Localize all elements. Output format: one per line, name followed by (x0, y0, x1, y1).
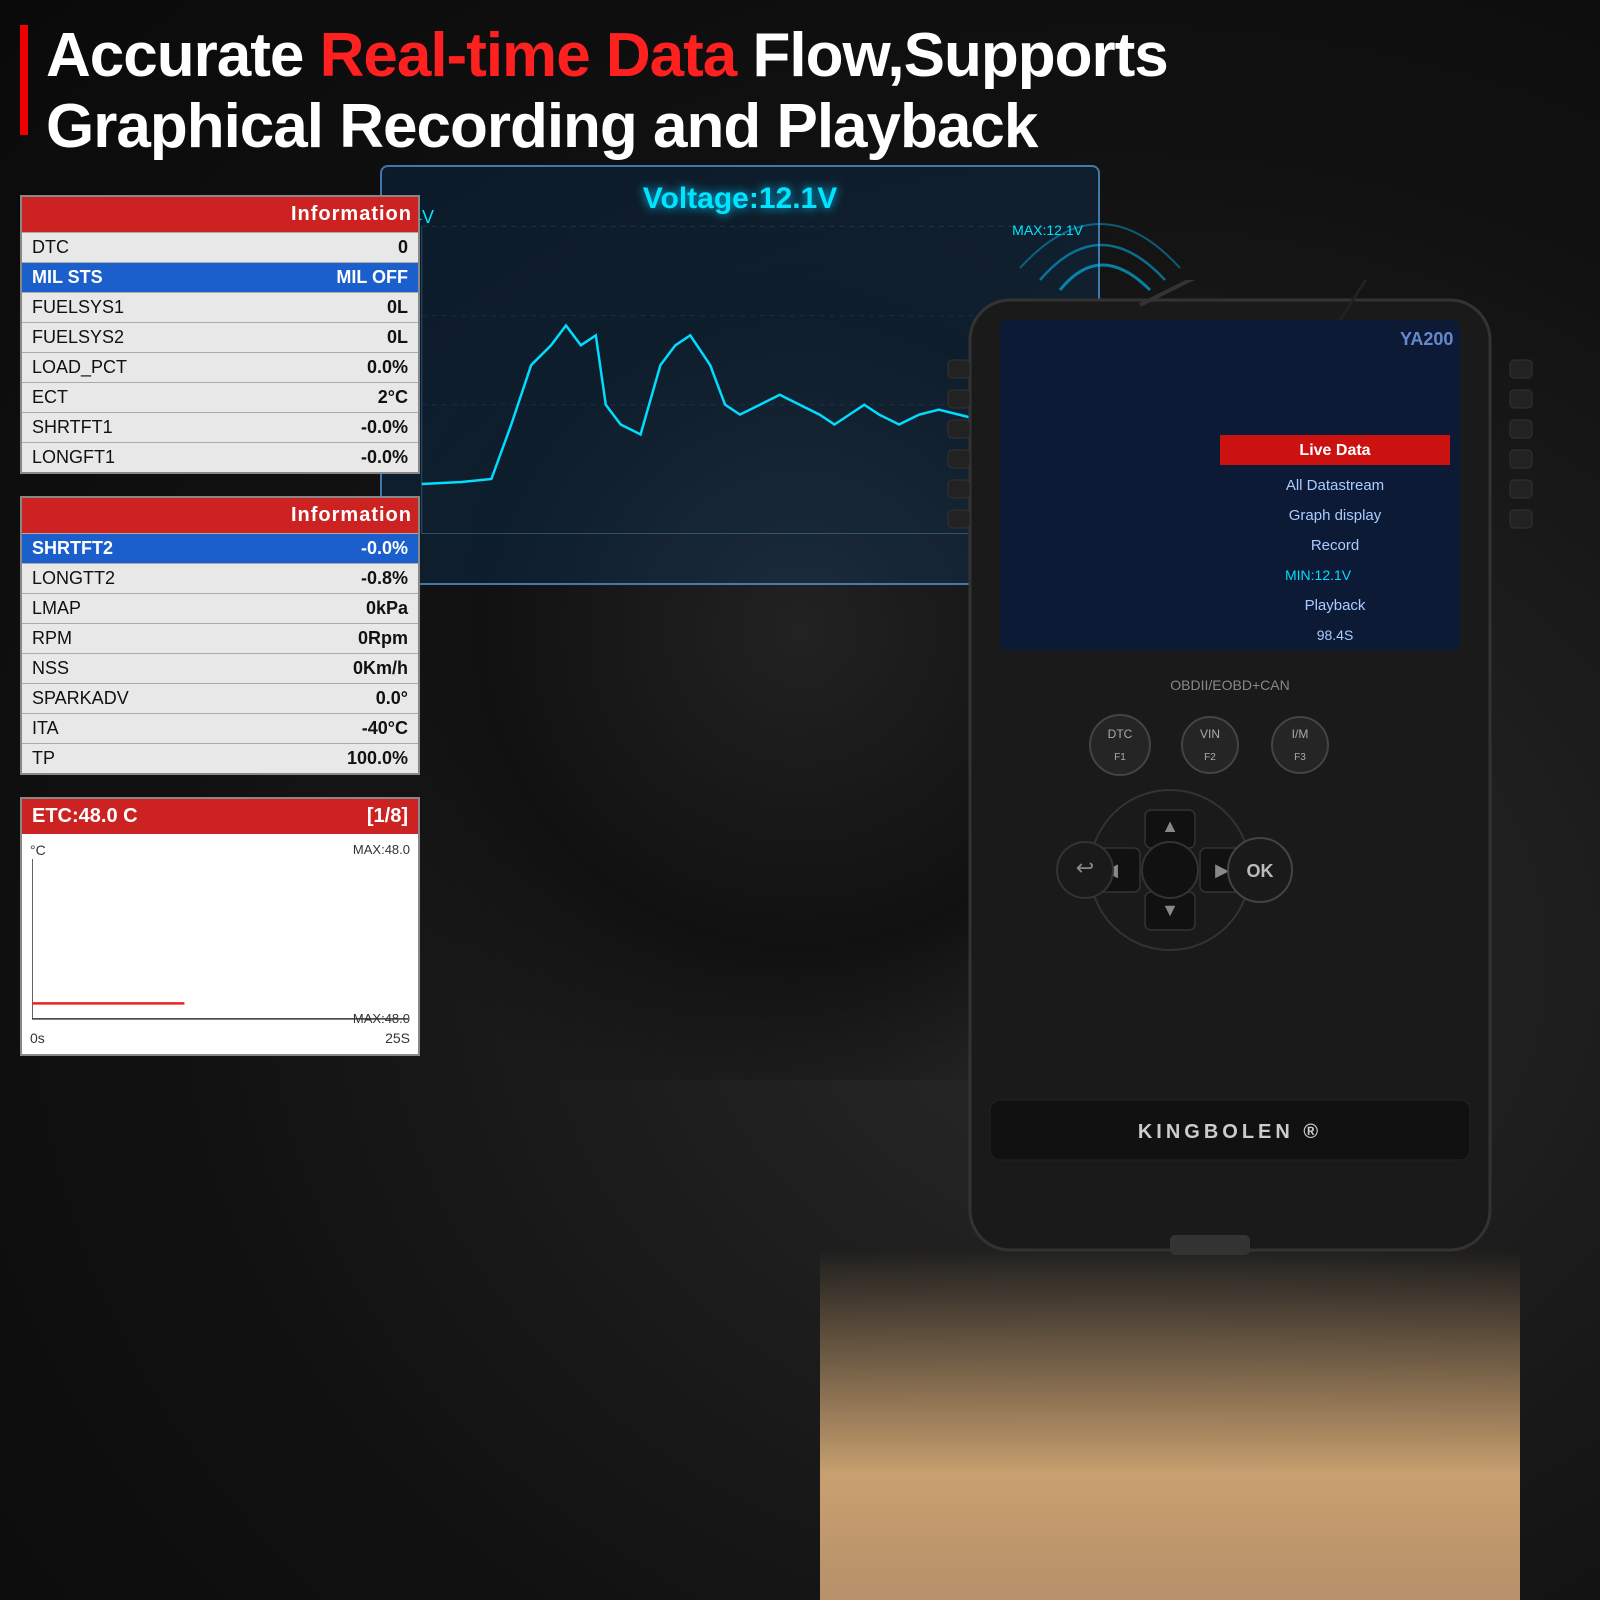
table-row: FUELSYS10L (21, 293, 419, 323)
row-value: 2°C (242, 383, 419, 413)
svg-text:Record: Record (1311, 537, 1359, 554)
row-label: LOAD_PCT (21, 353, 242, 383)
svg-text:F2: F2 (1204, 752, 1216, 763)
header-text: Accurate Real-time Data Flow,Supports Gr… (46, 20, 1168, 163)
row-label: FUELSYS2 (21, 323, 242, 353)
svg-text:▼: ▼ (1161, 900, 1179, 920)
row-value: MIL OFF (242, 263, 419, 293)
row-value: -0.0% (256, 534, 420, 564)
graph-range-label: [1/8] (367, 805, 408, 828)
graph-chart-svg (32, 859, 408, 1024)
table-row: RPM0Rpm (21, 624, 419, 654)
row-label: DTC (21, 233, 242, 263)
svg-text:F3: F3 (1294, 752, 1306, 763)
table1-header: Information (21, 196, 419, 233)
graph-panel: ETC:48.0 C [1/8] °C MAX:48.0 MAX:48.0 0s… (20, 797, 420, 1056)
title-red: Real-time Data (320, 21, 737, 90)
row-value: 0 (242, 233, 419, 263)
row-label: SPARKADV (21, 684, 256, 714)
row-value: 0kPa (256, 594, 420, 624)
table-row: SHRTFT2-0.0% (21, 534, 419, 564)
table-row: NSS0Km/h (21, 654, 419, 684)
header: Accurate Real-time Data Flow,Supports Gr… (20, 20, 1580, 163)
row-label: ITA (21, 714, 256, 744)
row-value: 0L (242, 293, 419, 323)
row-label: MIL STS (21, 263, 242, 293)
row-value: 0Rpm (256, 624, 420, 654)
svg-text:All Datastream: All Datastream (1286, 477, 1384, 494)
chart-voltage-label: Voltage:12.1V (643, 182, 838, 216)
table-row: SPARKADV0.0° (21, 684, 419, 714)
table2-header: Information (21, 497, 419, 534)
graph-x-end: 25S (385, 1030, 410, 1046)
svg-text:DTC: DTC (1108, 727, 1133, 741)
table-row: SHRTFT1-0.0% (21, 413, 419, 443)
svg-text:Playback: Playback (1305, 597, 1366, 614)
row-label: NSS (21, 654, 256, 684)
row-value: -0.0% (242, 413, 419, 443)
table-row: LMAP0kPa (21, 594, 419, 624)
row-value: 100.0% (256, 744, 420, 775)
table-row: FUELSYS20L (21, 323, 419, 353)
row-label: LONGFT1 (21, 443, 242, 474)
row-value: 0L (242, 323, 419, 353)
title-part2: Flow,Supports (736, 21, 1167, 90)
table-row: LONGTT2-0.8% (21, 564, 419, 594)
row-value: -0.8% (256, 564, 420, 594)
table-row: TP100.0% (21, 744, 419, 775)
svg-text:98.4S: 98.4S (1317, 627, 1354, 643)
row-value: 0Km/h (256, 654, 420, 684)
row-value: -40°C (256, 714, 420, 744)
svg-text:YA200: YA200 (1400, 329, 1453, 349)
table-row: LOAD_PCT0.0% (21, 353, 419, 383)
svg-text:Live Data: Live Data (1299, 442, 1370, 459)
row-label: SHRTFT2 (21, 534, 256, 564)
header-accent-bar (20, 25, 28, 135)
svg-text:I/M: I/M (1292, 727, 1309, 741)
graph-body: °C MAX:48.0 MAX:48.0 0s 25S (22, 834, 418, 1054)
table-row: DTC0 (21, 233, 419, 263)
title-part1: Accurate (46, 21, 320, 90)
graph-y-label: °C (30, 842, 46, 858)
svg-text:OBDII/EOBD+CAN: OBDII/EOBD+CAN (1170, 677, 1289, 693)
graph-max-top: MAX:48.0 (353, 842, 410, 857)
svg-text:▶: ▶ (1215, 860, 1229, 880)
row-label: LONGTT2 (21, 564, 256, 594)
row-value: -0.0% (242, 443, 419, 474)
table-row: MIL STSMIL OFF (21, 263, 419, 293)
svg-text:KINGBOLEN ®: KINGBOLEN ® (1138, 1121, 1322, 1143)
left-panels: Information DTC0MIL STSMIL OFFFUELSYS10L… (20, 195, 420, 1056)
svg-text:▲: ▲ (1161, 816, 1179, 836)
table-row: ITA-40°C (21, 714, 419, 744)
svg-text:OK: OK (1247, 861, 1274, 881)
title-line2: Graphical Recording and Playback (46, 92, 1037, 161)
svg-text:↩: ↩ (1076, 855, 1094, 880)
row-label: FUELSYS1 (21, 293, 242, 323)
row-value: 0.0° (256, 684, 420, 714)
graph-header-label: ETC:48.0 C (32, 805, 138, 828)
info-table-1: Information DTC0MIL STSMIL OFFFUELSYS10L… (20, 195, 420, 474)
graph-header: ETC:48.0 C [1/8] (22, 799, 418, 834)
graph-max-bottom: MAX:48.0 (353, 1011, 410, 1026)
svg-text:Graph display: Graph display (1289, 507, 1382, 524)
row-label: LMAP (21, 594, 256, 624)
row-label: SHRTFT1 (21, 413, 242, 443)
table-row: LONGFT1-0.0% (21, 443, 419, 474)
svg-text:F1: F1 (1114, 752, 1126, 763)
row-label: TP (21, 744, 256, 775)
graph-x-start: 0s (30, 1030, 45, 1046)
table-row: ECT2°C (21, 383, 419, 413)
row-label: RPM (21, 624, 256, 654)
row-value: 0.0% (242, 353, 419, 383)
wifi-signal-arcs (1000, 160, 1200, 310)
svg-text:MIN:12.1V: MIN:12.1V (1285, 567, 1352, 583)
svg-text:VIN: VIN (1200, 727, 1220, 741)
row-label: ECT (21, 383, 242, 413)
scanner-device: YA200 OBDII/EOBD+CAN Live Data All Datas… (890, 280, 1590, 1480)
info-table-2: Information SHRTFT2-0.0%LONGTT2-0.8%LMAP… (20, 496, 420, 775)
